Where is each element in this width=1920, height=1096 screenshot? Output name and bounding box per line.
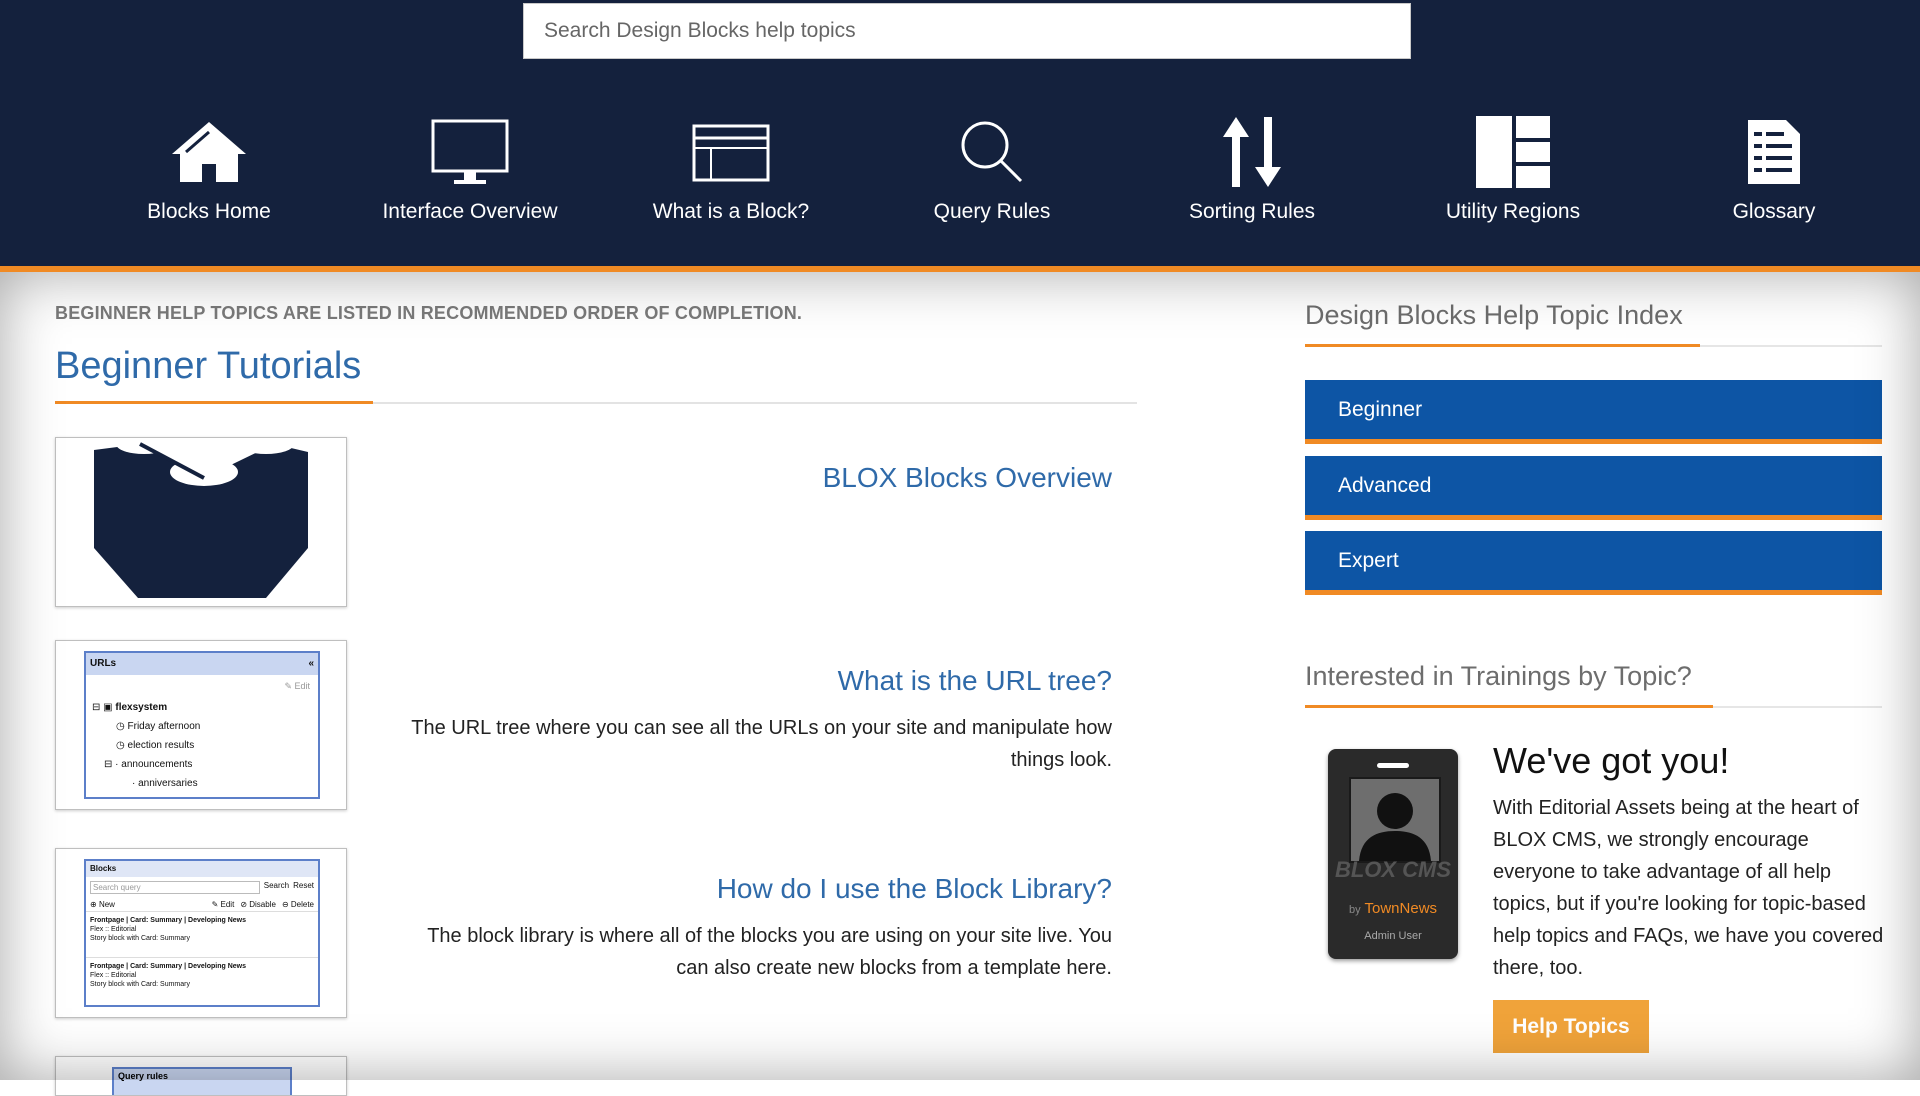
promo-text: With Editorial Assets being at the heart… xyxy=(1493,797,1884,979)
mini-edit-button: ✎ Edit xyxy=(211,900,235,909)
tree-label: anniversaries xyxy=(138,778,198,789)
document-list-icon xyxy=(1724,112,1824,192)
level-button-advanced[interactable]: Advanced xyxy=(1305,456,1882,520)
badge-news: by TownNews xyxy=(1328,900,1458,917)
mini-search-button: Search xyxy=(263,881,290,890)
monitor-icon xyxy=(420,112,520,192)
badge-news-label: TownNews xyxy=(1364,900,1438,917)
nav-label: What is a Block? xyxy=(652,200,810,223)
block-row-sub: Flex :: Editorial xyxy=(90,972,137,979)
nav-glossary[interactable]: Glossary xyxy=(1644,112,1904,224)
mini-disable-button: ⊘ Disable xyxy=(240,900,276,909)
tutorial-link[interactable]: How do I use the Block Library? xyxy=(717,873,1112,905)
tree-label: Friday afternoon xyxy=(127,721,201,732)
tree-label: election results xyxy=(127,740,195,751)
badge-brand: BLOX CMS xyxy=(1334,857,1452,882)
layout-regions-icon xyxy=(1463,112,1563,192)
search-box[interactable] xyxy=(523,3,1411,59)
search-icon xyxy=(942,112,1042,192)
block-row-desc: Story block with Card: Summary xyxy=(90,935,190,942)
badge-slot xyxy=(1377,763,1409,768)
tutorial-thumbnail[interactable]: URLs « ✎ Edit ⊟ ▣ flexsystem ◷ Friday aft… xyxy=(55,640,347,810)
level-button-beginner[interactable]: Beginner xyxy=(1305,380,1882,444)
tutorial-link[interactable]: BLOX Blocks Overview xyxy=(823,462,1112,494)
badge-user: Admin User xyxy=(1364,930,1422,942)
nav-query-rules[interactable]: Query Rules xyxy=(862,112,1122,224)
block-row-sub: Flex :: Editorial xyxy=(90,926,137,933)
block-row: Frontpage | Card: Summary | Developing N… xyxy=(86,912,318,947)
action-row: ⊕ New ✎ Edit ⊘ Disable ⊖ Delete xyxy=(86,898,318,912)
training-title: Interested in Trainings by Topic? xyxy=(1305,661,1692,691)
nav-label: Sorting Rules xyxy=(1188,200,1316,223)
tutorial-description: The URL tree where you can see all the U… xyxy=(411,717,1112,771)
block-brick-icon xyxy=(94,438,308,598)
tree-node: ⊟ · announcements xyxy=(104,759,193,770)
page-title: Beginner Tutorials xyxy=(55,345,362,387)
edit-label: Edit xyxy=(294,681,310,691)
nav-blocks-home[interactable]: Blocks Home xyxy=(79,112,339,224)
nav-label: Query Rules xyxy=(933,200,1051,223)
mini-reset-button: Reset xyxy=(293,881,314,890)
promo-title: We've got you! xyxy=(1493,740,1730,781)
tree-node: · anniversaries xyxy=(132,778,198,789)
edit-link: ✎ Edit xyxy=(284,681,310,691)
avatar xyxy=(1349,777,1441,863)
mini-disable-label: Disable xyxy=(249,900,276,909)
block-row-title: Frontpage | Card: Summary | Developing N… xyxy=(90,917,247,924)
mini-search-input: Search query xyxy=(90,881,260,894)
index-title: Design Blocks Help Topic Index xyxy=(1305,300,1683,330)
index-divider-accent xyxy=(1305,344,1700,347)
tree-node: ◷ election results xyxy=(116,740,195,751)
nav-label: Blocks Home xyxy=(147,200,271,223)
tutorial-item: URLs « ✎ Edit ⊟ ▣ flexsystem ◷ Friday aft… xyxy=(55,640,1112,814)
tree-label: announcements xyxy=(121,759,193,770)
top-header: Blocks Home Interface Overview What is a… xyxy=(0,0,1920,272)
block-row-desc: Story block with Card: Summary xyxy=(90,981,190,988)
search-input[interactable] xyxy=(524,4,1410,58)
sort-arrows-icon xyxy=(1202,112,1302,192)
nav-sorting-rules[interactable]: Sorting Rules xyxy=(1122,112,1382,224)
nav-label: Utility Regions xyxy=(1445,200,1581,223)
panel-header-label: URLs xyxy=(90,658,117,669)
nav-what-is-a-block[interactable]: What is a Block? xyxy=(601,112,861,224)
tree-label: flexsystem xyxy=(115,702,168,713)
nav-utility-regions[interactable]: Utility Regions xyxy=(1383,112,1643,224)
badge-by: by xyxy=(1348,904,1361,916)
query-panel-preview: Query rules xyxy=(112,1067,292,1095)
admin-badge-image: BLOX CMS by TownNews Admin User xyxy=(1328,749,1458,959)
nav-label: Glossary xyxy=(1732,200,1816,223)
window-icon xyxy=(681,112,781,192)
block-row-title: Frontpage | Card: Summary | Developing N… xyxy=(90,963,247,970)
training-divider-accent xyxy=(1305,705,1713,708)
tutorial-link[interactable]: What is the URL tree? xyxy=(838,665,1112,697)
panel-header: Blocks xyxy=(86,861,318,877)
block-row: Frontpage | Card: Summary | Developing N… xyxy=(86,957,318,993)
url-panel-preview: URLs « ✎ Edit ⊟ ▣ flexsystem ◷ Friday aft… xyxy=(84,651,320,799)
mini-new-label: New xyxy=(98,900,115,909)
title-divider-accent xyxy=(55,401,373,404)
level-button-expert[interactable]: Expert xyxy=(1305,531,1882,595)
tutorial-item: BLOX Blocks Overview xyxy=(55,437,1112,609)
main-nav: Blocks Home Interface Overview What is a… xyxy=(0,112,1920,232)
tutorial-thumbnail[interactable]: Query rules xyxy=(55,1056,347,1096)
mini-edit-label: Edit xyxy=(220,900,235,909)
tree-root: ⊟ ▣ flexsystem xyxy=(92,702,168,713)
collapse-icon: « xyxy=(308,658,314,669)
nav-label: Interface Overview xyxy=(382,200,558,223)
help-topics-button[interactable]: Help Topics xyxy=(1493,1000,1649,1053)
intro-text: BEGINNER HELP TOPICS ARE LISTED IN RECOM… xyxy=(55,303,803,323)
tree-node: ◷ Friday afternoon xyxy=(116,721,201,732)
mini-delete-label: Delete xyxy=(290,900,314,909)
tutorial-description: The block library is where all of the bl… xyxy=(427,925,1112,979)
search-row: Search query Search Reset xyxy=(86,877,318,898)
tutorial-thumbnail[interactable] xyxy=(55,437,347,607)
mini-delete-button: ⊖ Delete xyxy=(281,900,314,909)
nav-interface-overview[interactable]: Interface Overview xyxy=(340,112,600,224)
panel-header: URLs « xyxy=(86,653,318,675)
tutorial-thumbnail[interactable]: Blocks Search query Search Reset ⊕ New ✎… xyxy=(55,848,347,1018)
tutorial-item: Blocks Search query Search Reset ⊕ New ✎… xyxy=(55,848,1112,1022)
mini-new-button: ⊕ New xyxy=(90,900,115,909)
home-icon xyxy=(159,112,259,192)
blocks-panel-preview: Blocks Search query Search Reset ⊕ New ✎… xyxy=(84,859,320,1007)
